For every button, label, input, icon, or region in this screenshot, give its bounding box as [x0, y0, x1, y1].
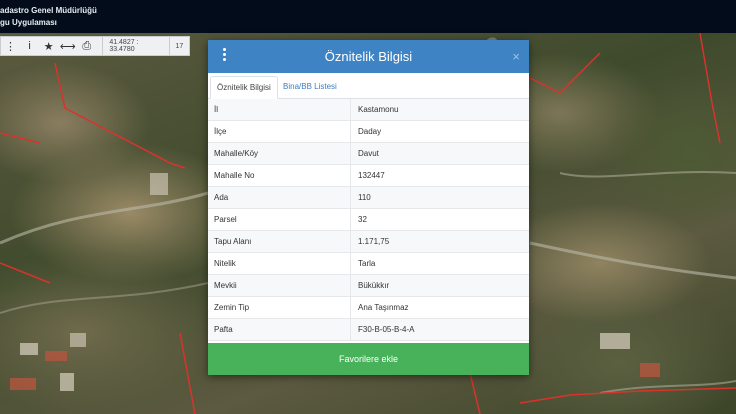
row-key: Parsel	[208, 209, 351, 230]
table-row: İlçe Daday	[208, 121, 529, 143]
row-key: Zemin Tip	[208, 297, 351, 318]
print-icon[interactable]: ⎙	[77, 37, 96, 55]
star-icon[interactable]: ★	[39, 37, 58, 55]
map-toolbar: ⋮ i ★ ⟷ ⎙ 41.4827 : 33.4780 17	[0, 36, 190, 56]
attribute-dialog: Öznitelik Bilgisi × Öznitelik Bilgisi Bi…	[208, 40, 529, 375]
row-key: İl	[208, 99, 351, 120]
row-value: Kastamonu	[358, 105, 399, 114]
tab-attribute-info[interactable]: Öznitelik Bilgisi	[210, 76, 278, 99]
table-row: Ada 110	[208, 187, 529, 209]
row-value: 32	[358, 215, 367, 224]
dialog-title: Öznitelik Bilgisi	[324, 49, 413, 64]
table-row: Mahalle No 132447	[208, 165, 529, 187]
row-value: F30-B-05-B-4-A	[358, 325, 415, 334]
row-value: Davut	[358, 149, 379, 158]
dialog-header: Öznitelik Bilgisi ×	[208, 40, 529, 73]
dialog-tabs: Öznitelik Bilgisi Bina/BB Listesi	[208, 73, 529, 99]
row-key: Mahalle No	[208, 165, 351, 186]
row-value: Bükükkır	[358, 281, 390, 290]
add-to-favorites-button[interactable]: Favorilere ekle	[208, 343, 529, 375]
table-row: Nitelik Tarla	[208, 253, 529, 275]
tab-building-list[interactable]: Bina/BB Listesi	[277, 76, 343, 99]
attribute-table: İl Kastamonu İlçe Daday Mahalle/Köy Davut M…	[208, 99, 529, 341]
row-value: Tarla	[358, 259, 376, 268]
table-row: Tapu Alanı 1.171,75	[208, 231, 529, 253]
menu-icon[interactable]: ⋮	[1, 37, 20, 55]
row-key: Tapu Alanı	[208, 231, 351, 252]
row-key: Nitelik	[208, 253, 351, 274]
row-value: 110	[358, 193, 371, 202]
table-row: Zemin Tip Ana Taşınmaz	[208, 297, 529, 319]
table-row: Pafta F30-B-05-B-4-A	[208, 319, 529, 341]
header-subtitle: gu Uygulaması	[0, 18, 57, 27]
measure-icon[interactable]: ⟷	[58, 37, 77, 55]
row-value: 1.171,75	[358, 237, 390, 246]
table-row: Mahalle/Köy Davut	[208, 143, 529, 165]
table-row: Mevkii Bükükkır	[208, 275, 529, 297]
row-key: Mevkii	[208, 275, 351, 296]
row-value: 132447	[358, 171, 385, 180]
row-value: Ana Taşınmaz	[358, 303, 409, 312]
row-key: Pafta	[208, 319, 351, 340]
row-value: Daday	[358, 127, 382, 136]
info-icon[interactable]: i	[20, 37, 39, 55]
table-row: Parsel 32	[208, 209, 529, 231]
zoom-level: 17	[168, 37, 189, 55]
row-key: Mahalle/Köy	[208, 143, 351, 164]
row-key: Ada	[208, 187, 351, 208]
coordinate-readout: 41.4827 : 33.4780	[102, 37, 169, 55]
table-row: İl Kastamonu	[208, 99, 529, 121]
top-header: adastro Genel Müdürlüğü gu Uygulaması	[0, 0, 736, 33]
row-key: İlçe	[208, 121, 351, 142]
header-title: adastro Genel Müdürlüğü	[0, 6, 97, 15]
close-icon[interactable]: ×	[512, 49, 520, 64]
